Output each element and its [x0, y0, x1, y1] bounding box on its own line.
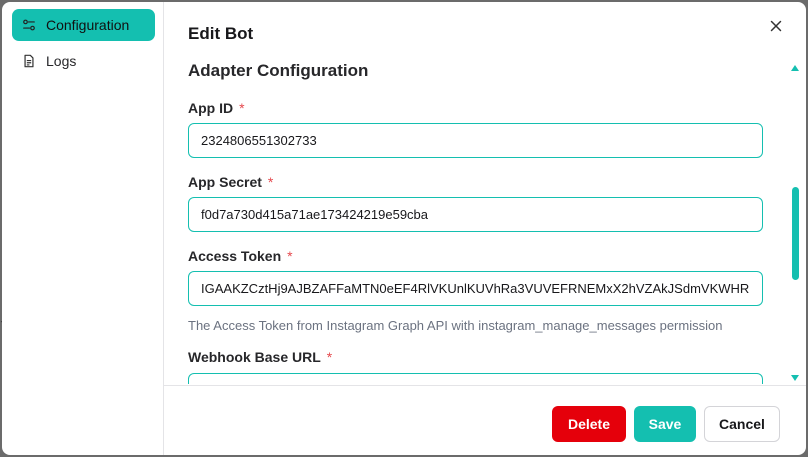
app-secret-input[interactable] [188, 197, 763, 232]
save-button[interactable]: Save [634, 406, 696, 442]
sidebar: Configuration Logs [2, 2, 164, 455]
delete-button[interactable]: Delete [552, 406, 626, 442]
scrollbar-thumb[interactable] [792, 187, 799, 280]
scroll-up-arrow-icon[interactable] [790, 64, 800, 72]
scroll-down-arrow-icon[interactable] [790, 374, 800, 382]
cancel-button[interactable]: Cancel [704, 406, 780, 442]
sidebar-item-label: Configuration [46, 17, 130, 33]
access-token-hint: The Access Token from Instagram Graph AP… [188, 318, 723, 333]
required-marker: * [287, 248, 293, 264]
app-secret-label: App Secret * [188, 174, 273, 190]
access-token-label: Access Token * [188, 248, 293, 264]
webhook-base-url-label: Webhook Base URL * [188, 349, 332, 365]
app-secret-label-text: App Secret [188, 174, 262, 190]
document-icon [24, 54, 34, 68]
required-marker: * [267, 174, 274, 190]
close-button[interactable] [766, 16, 786, 36]
section-title: Adapter Configuration [188, 61, 369, 80]
required-marker: * [326, 349, 333, 365]
sidebar-item-label: Logs [46, 53, 77, 69]
webhook-base-url-input[interactable] [188, 373, 763, 384]
app-id-input[interactable] [188, 123, 763, 158]
dialog-title: Edit Bot [188, 24, 254, 43]
required-marker: * [239, 100, 245, 116]
dialog-footer: Delete Save Cancel [164, 385, 806, 455]
app-id-label: App ID * [188, 100, 245, 116]
access-token-label-text: Access Token [188, 248, 282, 264]
webhook-base-url-label-text: Webhook Base URL [188, 349, 321, 365]
form-scroll-area[interactable]: Adapter Configuration App ID * App Secret… [164, 50, 806, 384]
close-icon [770, 20, 782, 32]
sliders-icon [23, 19, 35, 31]
sidebar-item-logs[interactable]: Logs [12, 45, 155, 77]
access-token-input[interactable] [188, 271, 763, 306]
sidebar-item-configuration[interactable]: Configuration [12, 9, 155, 41]
app-id-label-text: App ID [188, 100, 234, 116]
edit-bot-dialog: Configuration Logs Edit Bot Adapter Conf… [2, 2, 806, 455]
